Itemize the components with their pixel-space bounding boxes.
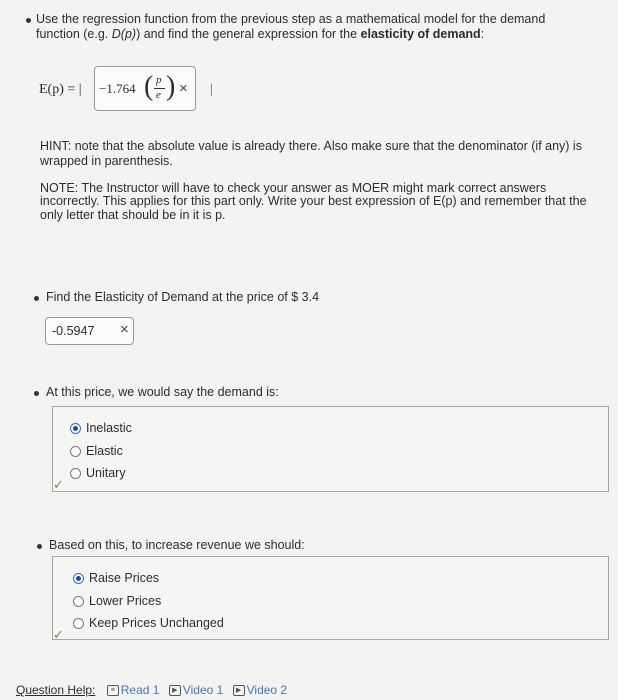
note-text: : The Instructor will have to check your… — [74, 181, 547, 195]
incorrect-mark-icon: × — [120, 321, 129, 338]
intro-text: ) and find the general expression for th… — [136, 27, 361, 41]
option-label: Lower Prices — [89, 594, 162, 608]
note-label: NOTE — [40, 181, 75, 195]
intro-text: function (e.g. — [36, 27, 112, 41]
revenue-options-group: Raise Prices Lower Prices Keep Prices Un… — [52, 556, 609, 642]
play-icon: ▶ — [232, 685, 245, 697]
demand-question: At this price, we would say the demand i… — [46, 385, 279, 399]
radio-button[interactable] — [70, 422, 81, 434]
bullet — [26, 18, 31, 23]
video-1-link[interactable]: ▶ Video 1 — [168, 683, 224, 697]
correct-check-icon: ✓ — [53, 627, 64, 642]
option-label: Inelastic — [86, 421, 132, 435]
elasticity-value: -0.5947 — [52, 324, 95, 338]
option-label: Keep Prices Unchanged — [89, 616, 224, 630]
hint-text: : note that the absolute value is alread… — [67, 139, 582, 153]
demand-options-group: Inelastic Elastic Unitary ✓ — [52, 406, 609, 492]
option-unitary[interactable]: Unitary — [70, 466, 126, 480]
hint-line-1: HINT: note that the absolute value is al… — [40, 139, 582, 154]
hint-line-2: wrapped in parenthesis. — [40, 154, 173, 168]
fraction-numerator: p — [156, 74, 162, 86]
right-paren: ) — [166, 71, 176, 102]
correct-check-icon: ✓ — [53, 477, 64, 492]
read-link[interactable]: ≡ Read 1 — [106, 683, 160, 697]
option-lower-prices[interactable]: Lower Prices — [73, 594, 161, 608]
radio-button[interactable] — [70, 445, 81, 457]
option-label: Elastic — [86, 444, 123, 458]
hint-label: HINT — [40, 139, 68, 153]
option-inelastic[interactable]: Inelastic — [70, 421, 132, 435]
revenue-question: Based on this, to increase revenue we sh… — [49, 538, 305, 552]
question-help-label: Question Help: — [16, 683, 96, 697]
formula-coefficient: −1.764 — [99, 81, 136, 96]
elasticity-value-input[interactable]: -0.5947 × — [45, 317, 134, 345]
play-icon: ▶ — [168, 685, 181, 697]
read-link-label: Read 1 — [120, 683, 160, 697]
intro-line-1: Use the regression function from the pre… — [36, 12, 546, 26]
bullet — [34, 296, 39, 301]
video-2-link[interactable]: ▶ Video 2 — [232, 683, 288, 697]
left-paren: ( — [144, 71, 154, 102]
radio-button[interactable] — [73, 595, 84, 607]
question-help: Question Help: ≡ Read 1 ▶ Video 1 ▶ Video 2 — [16, 683, 287, 698]
bullet — [34, 391, 39, 396]
radio-button[interactable] — [73, 617, 84, 629]
fraction-denominator: e — [156, 89, 161, 101]
intro-line-2: function (e.g. D(p)) and find the genera… — [36, 27, 484, 42]
formula-close-bar: | — [210, 82, 213, 97]
option-raise-prices[interactable]: Raise Prices — [73, 571, 159, 585]
note-line-2: incorrectly. This applies for this part … — [40, 194, 587, 208]
elasticity-expression-input[interactable]: −1.764 ( p e ) × — [94, 66, 196, 111]
video-1-label: Video 1 — [182, 683, 224, 697]
option-keep-prices[interactable]: Keep Prices Unchanged — [73, 616, 224, 630]
demand-function-label: D(p) — [111, 27, 137, 41]
option-label: Raise Prices — [89, 571, 160, 585]
video-2-label: Video 2 — [246, 683, 288, 697]
radio-button[interactable] — [70, 467, 81, 479]
incorrect-mark-icon: × — [179, 80, 188, 97]
intro-text: : — [480, 27, 485, 41]
option-elastic[interactable]: Elastic — [70, 444, 123, 458]
elasticity-question: Find the Elasticity of Demand at the pri… — [46, 290, 320, 304]
note-line-3: only letter that should be in it is p. — [40, 208, 226, 222]
radio-button[interactable] — [73, 572, 84, 584]
formula-lhs: E(p) = | — [39, 82, 82, 97]
document-icon: ≡ — [106, 685, 119, 697]
bullet — [37, 544, 42, 549]
elasticity-term: elasticity of demand — [360, 27, 481, 41]
option-label: Unitary — [86, 466, 126, 480]
